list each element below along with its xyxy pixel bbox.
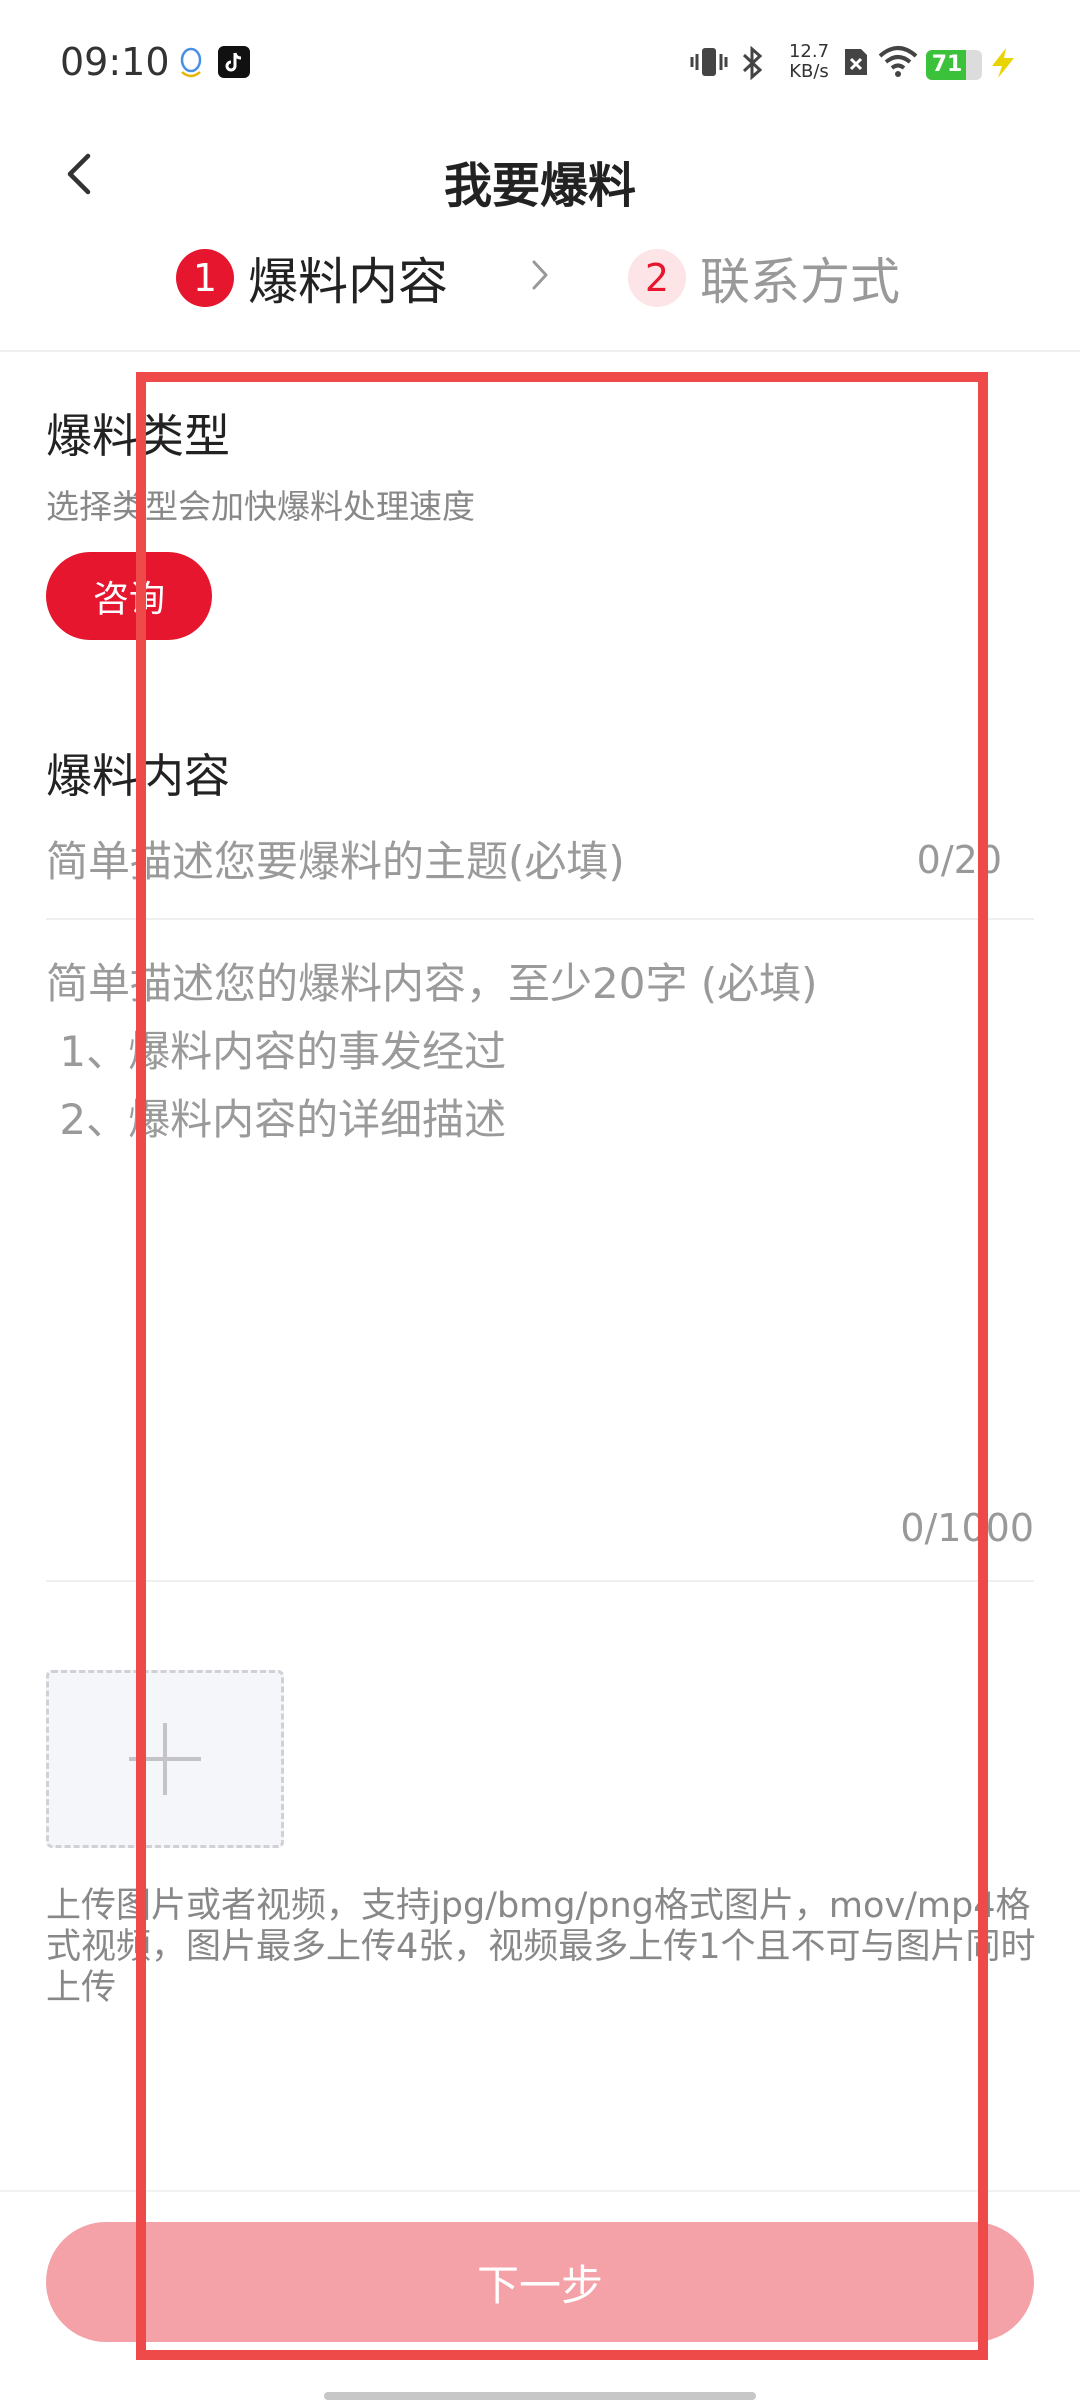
subject-char-count: 0/20 xyxy=(916,838,1002,882)
page-title: 我要爆料 xyxy=(443,158,636,214)
network-speed-unit: KB/s xyxy=(789,61,829,82)
network-speed: 12.7 KB/s xyxy=(784,42,834,82)
next-step-button[interactable]: 下一步 xyxy=(46,2222,1034,2342)
divider xyxy=(46,918,1034,920)
plus-icon xyxy=(129,1723,201,1795)
status-bar: 09:10 12.7 KB/s 71 xyxy=(0,0,1080,120)
battery-icon: 71 xyxy=(926,50,982,80)
divider xyxy=(0,2190,1080,2192)
vibrate-icon xyxy=(690,46,728,82)
step-contact: 2 联系方式 xyxy=(628,246,900,311)
tiktok-icon xyxy=(218,46,250,82)
content-char-count: 0/1000 xyxy=(900,1506,1034,1550)
content-section-title: 爆料内容 xyxy=(46,749,230,803)
wifi-icon xyxy=(878,44,918,82)
divider xyxy=(46,1580,1034,1582)
step-content: 1 爆料内容 xyxy=(176,246,448,311)
status-time: 09:10 xyxy=(60,40,170,84)
type-section-subtitle: 选择类型会加快爆料处理速度 xyxy=(46,487,475,526)
type-section-title: 爆料类型 xyxy=(46,409,230,463)
add-media-button[interactable] xyxy=(46,1670,284,1848)
home-indicator[interactable] xyxy=(324,2392,756,2400)
network-speed-value: 12.7 xyxy=(788,41,830,62)
subject-input[interactable] xyxy=(46,828,906,894)
sim-x-icon xyxy=(842,46,870,82)
qq-icon xyxy=(176,46,206,84)
step-label: 爆料内容 xyxy=(248,253,448,311)
charging-icon xyxy=(988,46,1018,84)
step-label: 联系方式 xyxy=(700,253,900,311)
content-textarea[interactable] xyxy=(46,950,1034,1490)
battery-level: 71 xyxy=(931,52,963,77)
step-number: 1 xyxy=(176,249,234,307)
upload-hint: 上传图片或者视频，支持jpg/bmg/png格式图片，mov/mp4格式视频，图… xyxy=(46,1886,1036,2008)
step-number: 2 xyxy=(628,249,686,307)
bluetooth-icon xyxy=(736,45,770,84)
type-chip-consult[interactable]: 咨询 xyxy=(46,552,212,640)
chevron-right-icon xyxy=(532,260,548,290)
divider xyxy=(0,350,1080,352)
